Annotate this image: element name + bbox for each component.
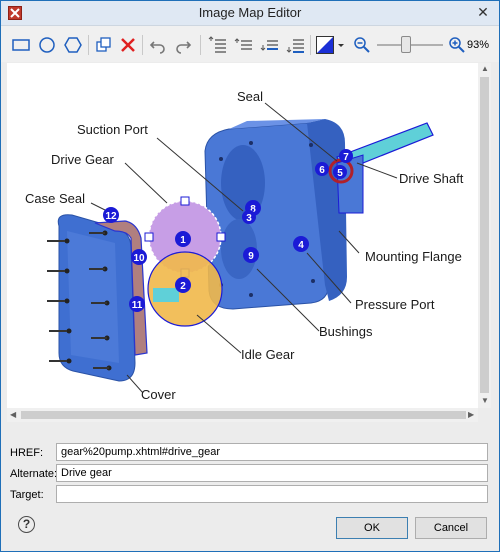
toolbar-separator <box>310 35 311 55</box>
title-bar: Image Map Editor ✕ <box>1 1 499 26</box>
marker-5[interactable]: 5 <box>337 168 343 179</box>
marker-4[interactable]: 4 <box>298 240 304 251</box>
close-window-button[interactable]: ✕ <box>473 3 493 21</box>
alternate-row: Alternate: <box>1 464 499 484</box>
scroll-down-icon[interactable]: ▼ <box>481 396 489 405</box>
toolbar: 93% <box>1 26 499 62</box>
callout-suction-port: Suction Port <box>77 122 148 137</box>
window-title: Image Map Editor <box>198 5 302 20</box>
callout-pressure-port: Pressure Port <box>355 297 435 312</box>
callout-case-seal: Case Seal <box>25 191 85 206</box>
vertical-scroll-thumb[interactable] <box>480 77 489 393</box>
marker-10[interactable]: 10 <box>133 253 145 264</box>
toolbar-separator <box>200 35 201 55</box>
marker-1[interactable]: 1 <box>180 235 186 246</box>
href-row: HREF: <box>1 443 499 463</box>
callout-drive-shaft: Drive Shaft <box>399 171 464 186</box>
scroll-up-icon[interactable]: ▲ <box>481 64 489 73</box>
scroll-left-icon[interactable]: ◀ <box>10 410 16 419</box>
zoom-in-icon[interactable] <box>447 35 467 55</box>
undo-icon[interactable] <box>148 35 168 55</box>
marker-12[interactable]: 12 <box>105 211 117 222</box>
marker-3[interactable]: 3 <box>246 213 252 224</box>
duplicate-icon[interactable] <box>94 35 114 55</box>
callout-cover: Cover <box>141 387 176 402</box>
bring-forward-icon[interactable] <box>234 35 254 55</box>
help-icon[interactable]: ? <box>18 516 35 533</box>
callout-bushings: Bushings <box>319 324 373 339</box>
send-to-back-icon[interactable] <box>286 35 306 55</box>
pump-body-part <box>204 119 347 310</box>
toolbar-separator <box>142 35 143 55</box>
horizontal-scrollbar[interactable]: ◀ ▶ <box>7 408 478 422</box>
ok-button[interactable]: OK <box>336 517 408 539</box>
fill-color-icon[interactable] <box>315 35 335 55</box>
chevron-down-icon[interactable] <box>336 35 346 55</box>
image-canvas[interactable]: Seal Suction Port Drive Gear Case Seal D… <box>7 63 478 408</box>
callout-mounting-flange: Mounting Flange <box>365 249 462 264</box>
callout-idle-gear: Idle Gear <box>241 347 295 362</box>
scroll-right-icon[interactable]: ▶ <box>468 410 474 419</box>
send-backward-icon[interactable] <box>260 35 280 55</box>
cover-part <box>47 214 136 382</box>
marker-7[interactable]: 7 <box>343 152 349 163</box>
callout-drive-gear: Drive Gear <box>51 152 115 167</box>
image-map-editor-window: Image Map Editor ✕ 93% Seal Suction Port… <box>0 0 500 552</box>
cancel-button[interactable]: Cancel <box>415 517 487 539</box>
vertical-scrollbar[interactable]: ▲ ▼ <box>478 63 491 408</box>
delete-icon[interactable] <box>118 35 138 55</box>
marker-6[interactable]: 6 <box>319 165 325 176</box>
marker-11[interactable]: 11 <box>132 300 143 311</box>
polygon-tool-icon[interactable] <box>63 35 83 55</box>
toolbar-separator <box>88 35 89 55</box>
alternate-input[interactable] <box>56 464 488 482</box>
target-label: Target: <box>10 489 44 501</box>
target-input[interactable] <box>56 485 488 503</box>
zoom-out-icon[interactable] <box>352 35 372 55</box>
marker-2[interactable]: 2 <box>180 281 186 292</box>
marker-9[interactable]: 9 <box>248 251 254 262</box>
zoom-slider-thumb[interactable] <box>401 36 411 53</box>
alternate-label: Alternate: <box>10 468 58 480</box>
gear-pump-image: Seal Suction Port Drive Gear Case Seal D… <box>25 89 464 402</box>
bring-to-front-icon[interactable] <box>208 35 228 55</box>
circle-tool-icon[interactable] <box>37 35 57 55</box>
target-row: Target: <box>1 485 499 505</box>
redo-icon[interactable] <box>173 35 193 55</box>
href-label: HREF: <box>10 447 43 459</box>
zoom-level: 93% <box>467 39 490 51</box>
horizontal-scroll-thumb[interactable] <box>21 411 466 419</box>
callout-seal: Seal <box>237 89 263 104</box>
rectangle-tool-icon[interactable] <box>11 35 31 55</box>
href-input[interactable] <box>56 443 488 461</box>
